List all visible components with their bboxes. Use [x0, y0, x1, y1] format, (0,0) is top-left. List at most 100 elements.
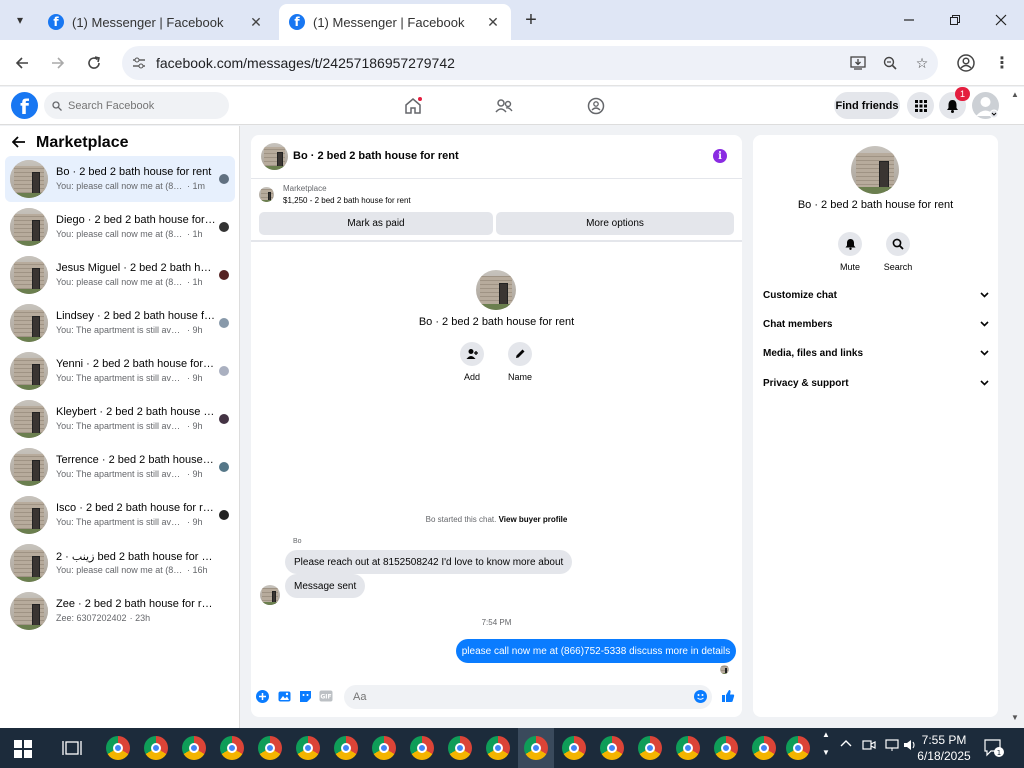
task-view-icon[interactable] — [62, 739, 82, 757]
minimize-icon[interactable] — [897, 8, 921, 32]
listing-thumbnail[interactable] — [259, 187, 274, 202]
info-icon[interactable]: i — [713, 149, 727, 163]
site-settings-icon[interactable] — [122, 56, 156, 70]
menu-grid-icon[interactable] — [907, 92, 934, 119]
chrome-taskbar-icon[interactable] — [786, 736, 810, 760]
search-icon — [52, 100, 62, 111]
new-tab-plus-icon[interactable]: + — [520, 9, 542, 31]
back-arrow-icon[interactable] — [10, 51, 34, 75]
chrome-taskbar-icon[interactable] — [372, 736, 396, 760]
conversation-item[interactable]: Lindsey · 2 bed 2 bath house for rent You… — [5, 300, 235, 346]
conversation-item[interactable]: Bo · 2 bed 2 bath house for rent You: ple… — [5, 156, 235, 202]
chrome-taskbar-icon[interactable] — [334, 736, 358, 760]
incoming-message[interactable]: Message sent — [285, 574, 366, 598]
search-input[interactable] — [68, 99, 218, 112]
info-avatar[interactable] — [851, 146, 899, 194]
scroll-up-arrow-icon[interactable]: ▲ — [1011, 90, 1019, 99]
conversation-item[interactable]: Isco · 2 bed 2 bath house for rent You: T… — [5, 492, 235, 538]
conversation-item[interactable]: Diego · 2 bed 2 bath house for rent You: … — [5, 204, 235, 250]
tab-search-chevron-icon[interactable]: ▾ — [8, 8, 32, 32]
chrome-taskbar-icon[interactable] — [638, 736, 662, 760]
meet-now-icon[interactable] — [862, 738, 876, 755]
browser-tab-2[interactable]: f (1) Messenger | Facebook ✕ — [279, 4, 511, 40]
conversation-item[interactable]: Terrence · 2 bed 2 bath house for rent Yo… — [5, 444, 235, 490]
chrome-taskbar-icon[interactable] — [220, 736, 244, 760]
sticker-icon[interactable] — [298, 689, 312, 703]
facebook-search[interactable] — [44, 92, 229, 119]
mark-as-paid-button[interactable]: Mark as paid — [259, 212, 493, 235]
chrome-taskbar-icon[interactable] — [182, 736, 206, 760]
chrome-taskbar-icon[interactable] — [106, 736, 130, 760]
show-hidden-icons-chevron-icon[interactable] — [840, 738, 852, 751]
friends-icon[interactable] — [491, 93, 517, 119]
message-input[interactable] — [344, 685, 712, 709]
gif-icon[interactable]: GIF — [319, 689, 333, 703]
conversation-item[interactable]: زينب · 2 bed 2 bath house for rent You: p… — [5, 540, 235, 586]
taskbar-clock[interactable]: 7:55 PM 6/18/2025 — [912, 732, 976, 764]
address-bar[interactable]: facebook.com/messages/t/2425718695727974… — [122, 46, 938, 80]
search-action[interactable]: Search — [878, 232, 918, 272]
tab-close-icon[interactable]: ✕ — [485, 14, 501, 31]
plus-circle-icon[interactable] — [255, 689, 269, 703]
find-friends-button[interactable]: Find friends — [834, 92, 900, 119]
more-options-button[interactable]: More options — [496, 212, 734, 235]
section-privacy-support[interactable]: Privacy & support — [763, 372, 989, 394]
chrome-taskbar-icon[interactable] — [258, 736, 282, 760]
photo-icon[interactable] — [277, 689, 291, 703]
browser-tab-1[interactable]: f (1) Messenger | Facebook ✕ — [38, 4, 274, 40]
restore-icon[interactable] — [943, 8, 967, 32]
chrome-taskbar-icon[interactable] — [562, 736, 586, 760]
chat-avatar[interactable] — [261, 143, 288, 170]
conversation-item[interactable]: Zee · 2 bed 2 bath house for rent Zee: 63… — [5, 588, 235, 634]
chrome-taskbar-icon[interactable] — [410, 736, 434, 760]
back-arrow-icon[interactable] — [11, 135, 26, 151]
name-action[interactable]: Name — [500, 342, 540, 382]
chrome-taskbar-icon[interactable] — [144, 736, 168, 760]
conversation-item[interactable]: Jesus Miguel · 2 bed 2 bath house for re… — [5, 252, 235, 298]
conversation-item[interactable]: Yenni · 2 bed 2 bath house for rent You: … — [5, 348, 235, 394]
action-center-icon[interactable]: 1 — [984, 739, 1004, 757]
profile-avatar[interactable] — [476, 270, 516, 310]
section-customize-chat[interactable]: Customize chat — [763, 284, 989, 306]
browser-menu-icon[interactable]: ⋮ — [990, 51, 1014, 75]
reload-icon[interactable] — [82, 51, 106, 75]
section-chat-members[interactable]: Chat members — [763, 313, 989, 335]
chrome-taskbar-icon[interactable] — [486, 736, 510, 760]
tab-close-icon[interactable]: ✕ — [248, 14, 264, 31]
scroll-down-arrow-icon[interactable]: ▼ — [1011, 713, 1019, 722]
network-icon[interactable] — [885, 738, 899, 755]
listing-price-title[interactable]: $1,250 - 2 bed 2 bath house for rent — [283, 196, 411, 205]
chrome-taskbar-icon[interactable] — [600, 736, 624, 760]
view-buyer-profile-link[interactable]: View buyer profile — [499, 515, 568, 524]
groups-icon[interactable] — [583, 93, 609, 119]
preview-time: · 9h — [187, 373, 203, 383]
sender-avatar[interactable] — [260, 585, 280, 605]
emoji-icon[interactable] — [694, 690, 707, 703]
mute-action[interactable]: Mute — [830, 232, 870, 272]
taskbar-scroll-icon[interactable]: ▲ ▼ — [822, 730, 830, 757]
incoming-message[interactable]: Please reach out at 8152508242 I'd love … — [285, 550, 573, 574]
browser-profile-icon[interactable] — [954, 51, 978, 75]
facebook-logo-icon[interactable]: f — [11, 92, 38, 119]
chrome-taskbar-icon[interactable] — [524, 736, 548, 760]
section-media-files-links[interactable]: Media, files and links — [763, 342, 989, 364]
outgoing-message[interactable]: please call now me at (866)752-5338 disc… — [456, 639, 736, 663]
chrome-taskbar-icon[interactable] — [676, 736, 700, 760]
chrome-taskbar-icon[interactable] — [448, 736, 472, 760]
account-avatar[interactable] — [972, 92, 999, 119]
forward-arrow-icon[interactable] — [46, 51, 70, 75]
chrome-taskbar-icon[interactable] — [296, 736, 320, 760]
thumbs-up-icon[interactable] — [721, 689, 735, 703]
windows-start-icon[interactable] — [14, 740, 32, 758]
add-action[interactable]: Add — [452, 342, 492, 382]
chrome-taskbar-icon[interactable] — [714, 736, 738, 760]
bookmark-star-icon[interactable]: ☆ — [906, 55, 938, 72]
chat-info-panel: Bo · 2 bed 2 bath house for rent Mute Se… — [753, 135, 998, 717]
install-app-icon[interactable] — [842, 56, 874, 70]
zoom-icon[interactable] — [874, 56, 906, 70]
close-window-icon[interactable] — [989, 8, 1013, 32]
chrome-taskbar-icon[interactable] — [752, 736, 776, 760]
conversation-item[interactable]: Kleybert · 2 bed 2 bath house for rent Yo… — [5, 396, 235, 442]
chat-title[interactable]: Bo · 2 bed 2 bath house for rent — [293, 150, 459, 162]
home-icon[interactable] — [400, 93, 426, 119]
